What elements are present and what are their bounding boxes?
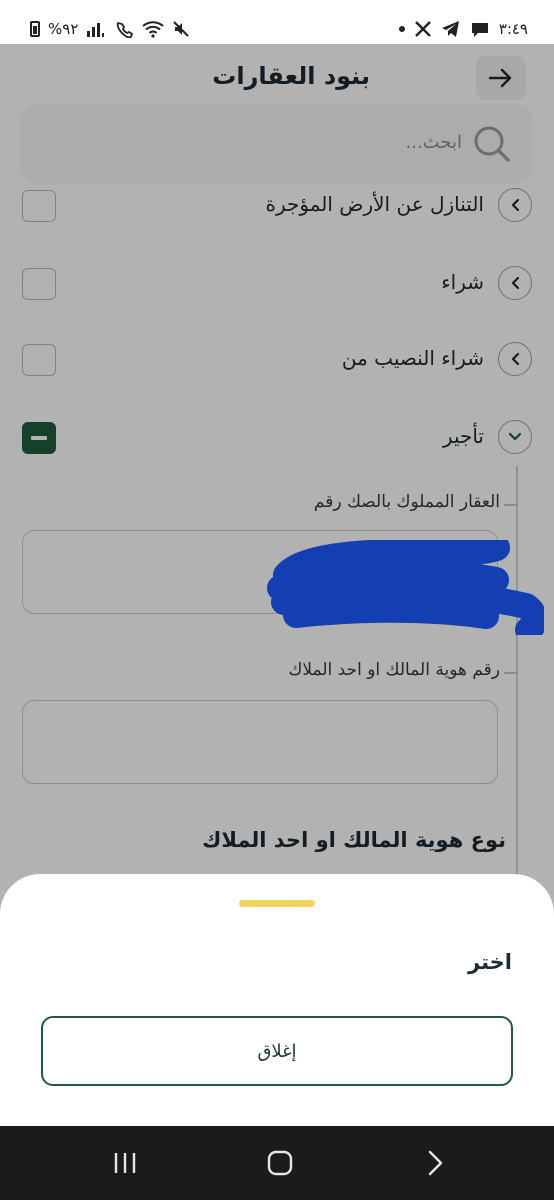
mute-icon [173, 21, 190, 37]
back-nav-button[interactable] [418, 1146, 452, 1180]
close-button[interactable]: إغلاق [41, 1016, 513, 1086]
wifi-icon [142, 21, 165, 38]
recent-apps-button[interactable] [108, 1146, 142, 1180]
battery-icon [30, 21, 40, 37]
sheet-drag-handle[interactable] [239, 900, 315, 907]
signal-icon [87, 23, 105, 37]
screen: %٩٢ ٣:٤٩ بنود العقارات ابحث... التنازل ع… [0, 0, 554, 1200]
wifi-call-icon [117, 21, 134, 38]
chat-icon [471, 23, 488, 37]
status-left: %٩٢ [30, 20, 190, 38]
home-button[interactable] [263, 1146, 297, 1180]
telegram-icon [441, 21, 459, 37]
status-right: ٣:٤٩ [398, 20, 528, 38]
battery-percent: %٩٢ [48, 20, 79, 38]
home-icon [267, 1150, 293, 1176]
status-bar: %٩٢ ٣:٤٩ [0, 0, 554, 44]
bottom-sheet: اختر إغلاق [0, 874, 554, 1126]
chevron-right-icon [428, 1150, 443, 1176]
status-time: ٣:٤٩ [498, 20, 528, 38]
recent-apps-icon [114, 1153, 136, 1173]
x-app-icon [414, 21, 431, 37]
notification-dot-icon [398, 26, 405, 32]
system-nav-bar [0, 1126, 554, 1200]
sheet-title: اختر [468, 950, 512, 974]
